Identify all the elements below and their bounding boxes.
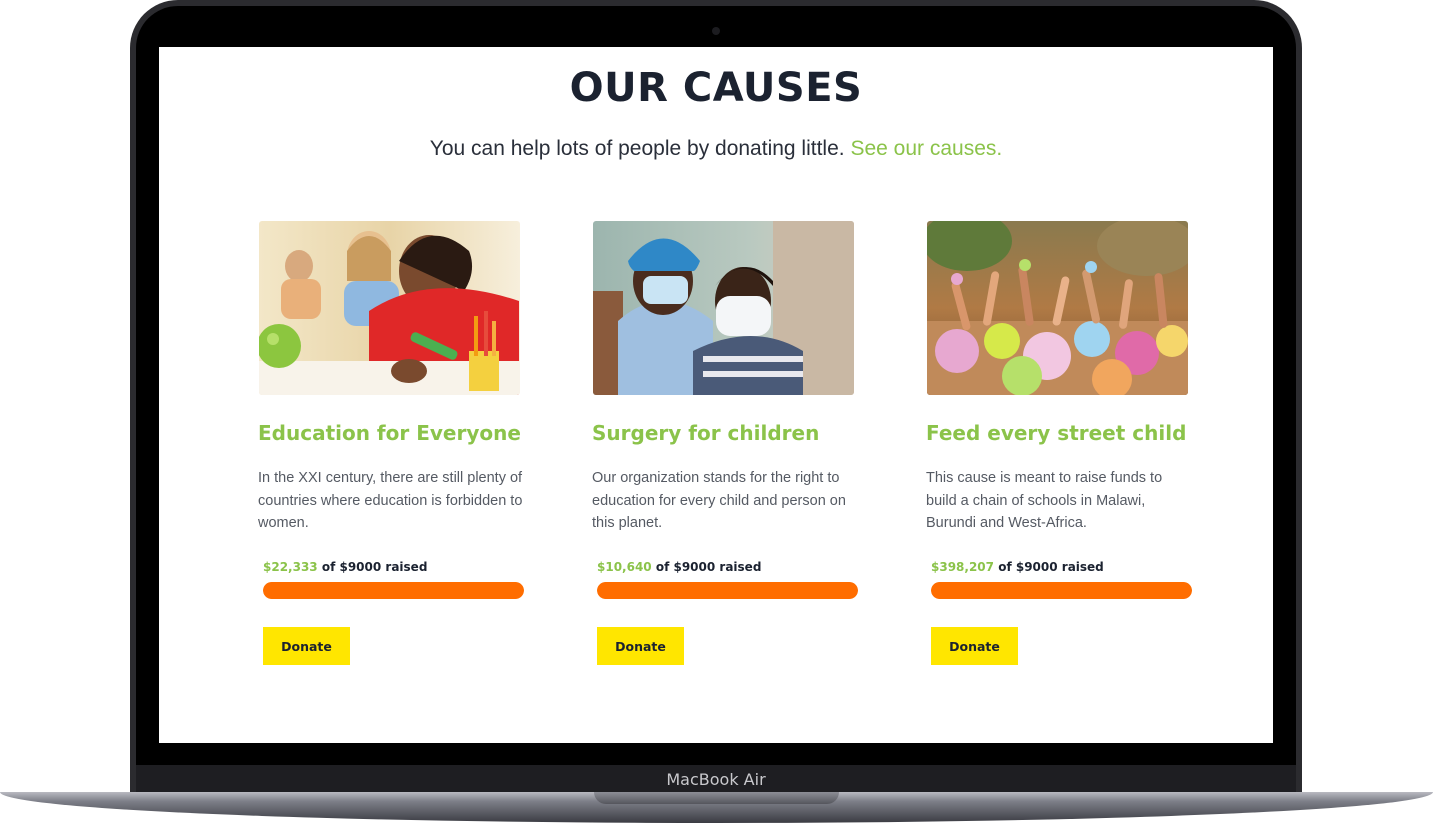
raised-text: $398,207 of $9000 raised (931, 560, 1196, 574)
raised-amount: $398,207 (931, 560, 995, 574)
progress-bar (597, 582, 858, 599)
see-causes-link[interactable]: See our causes. (850, 137, 1002, 160)
cause-card-education: Education for Everyone In the XXI centur… (258, 221, 528, 665)
raised-text: $10,640 of $9000 raised (597, 560, 862, 574)
progress-fill (597, 582, 858, 599)
page-title: OUR CAUSES (569, 65, 863, 111)
progress-bar (931, 582, 1192, 599)
donate-button[interactable]: Donate (597, 627, 684, 665)
page-subtitle: You can help lots of people by donating … (159, 137, 1273, 161)
progress-fill (263, 582, 524, 599)
cause-description: This cause is meant to raise funds to bu… (926, 470, 1163, 531)
cause-card-feed: Feed every street child This cause is me… (926, 221, 1196, 665)
progress-fill (931, 582, 1192, 599)
cause-description: Our organization stands for the right to… (592, 470, 846, 531)
cause-description: In the XXI century, there are still plen… (258, 470, 523, 531)
device-label: MacBook Air (666, 770, 766, 789)
donate-button[interactable]: Donate (263, 627, 350, 665)
camera-icon (712, 27, 720, 35)
raised-amount: $10,640 (597, 560, 652, 574)
cause-image-feed (927, 221, 1188, 395)
laptop-screen: OUR CAUSES You can help lots of people b… (159, 47, 1273, 743)
donate-button[interactable]: Donate (931, 627, 1018, 665)
raised-suffix: of $9000 raised (998, 560, 1104, 574)
raised-text: $22,333 of $9000 raised (263, 560, 528, 574)
cause-image-surgery (593, 221, 854, 395)
subtitle-text: You can help lots of people by donating … (429, 137, 845, 160)
cause-title: Education for Everyone (258, 421, 521, 445)
cause-card-surgery: Surgery for children Our organization st… (592, 221, 862, 665)
cause-image-education (259, 221, 520, 395)
cause-title: Feed every street child (926, 421, 1187, 445)
raised-amount: $22,333 (263, 560, 318, 574)
laptop-notch (594, 792, 839, 804)
raised-suffix: of $9000 raised (655, 560, 762, 574)
raised-suffix: of $9000 raised (321, 560, 428, 574)
cause-title: Surgery for children (592, 421, 820, 445)
laptop-chin: MacBook Air (136, 765, 1296, 795)
progress-bar (263, 582, 524, 599)
